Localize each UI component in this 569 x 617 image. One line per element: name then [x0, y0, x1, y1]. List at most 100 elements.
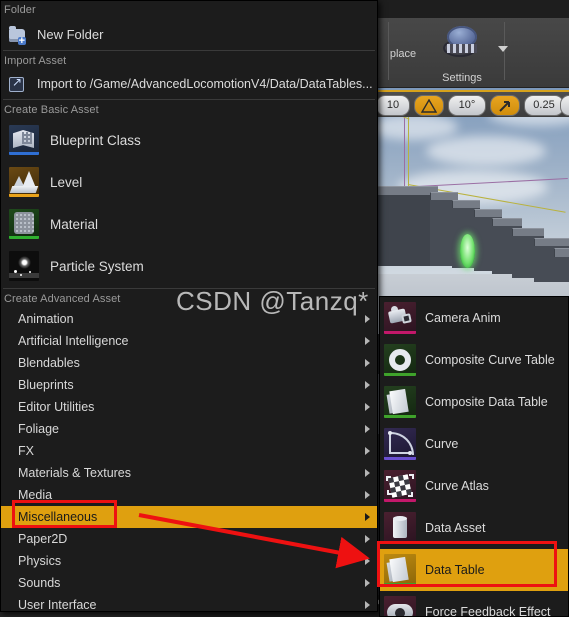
submenu-item-artificial-intelligence[interactable]: Artificial Intelligence: [1, 330, 377, 352]
chevron-right-icon: [365, 535, 370, 543]
data-table-icon: [384, 554, 416, 586]
menu-separator: [3, 99, 375, 100]
menu-item-label: Material: [50, 216, 99, 232]
menu-item-label: Composite Data Table: [425, 395, 548, 409]
new-folder-icon: [9, 25, 27, 45]
scale-snap-icon[interactable]: [490, 95, 520, 116]
submenu-item-media[interactable]: Media: [1, 484, 377, 506]
section-header-import-asset: Import Asset: [4, 55, 67, 67]
screenshot-root: place Settings 10 10° 0.25 Folder + New …: [0, 0, 569, 617]
chevron-right-icon: [365, 601, 370, 609]
section-header-folder: Folder: [4, 4, 36, 16]
chevron-right-icon: [365, 491, 370, 499]
submenu-item-editor-utilities[interactable]: Editor Utilities: [1, 396, 377, 418]
character-marker: [460, 234, 475, 268]
scale-snap-value[interactable]: 0.25: [524, 95, 564, 116]
menu-item-material[interactable]: Material: [1, 203, 377, 245]
submenu-item-composite-curve-table[interactable]: Composite Curve Table: [380, 339, 568, 381]
submenu-item-curve-atlas[interactable]: Curve Atlas: [380, 465, 568, 507]
menu-item-label: Paper2D: [18, 532, 68, 546]
stair-wall: [378, 188, 436, 266]
chevron-right-icon: [365, 337, 370, 345]
submenu-item-composite-data-table[interactable]: Composite Data Table: [380, 381, 568, 423]
menu-item-label: Animation: [18, 312, 74, 326]
submenu-item-blendables[interactable]: Blendables: [1, 352, 377, 374]
menu-item-label: Data Table: [425, 563, 485, 577]
chevron-right-icon: [365, 381, 370, 389]
submenu-item-user-interface[interactable]: User Interface: [1, 594, 377, 612]
gear-icon: [441, 26, 483, 60]
settings-button[interactable]: Settings: [426, 26, 498, 84]
composite-data-table-icon: [384, 386, 416, 418]
curve-icon: [384, 428, 416, 460]
double-chevron-right-icon[interactable]: »: [560, 95, 569, 116]
menu-item-label: Curve Atlas: [425, 479, 489, 493]
menu-item-label: Sounds: [18, 576, 61, 590]
menu-item-label: Force Feedback Effect: [425, 605, 551, 617]
data-asset-icon: [384, 512, 416, 544]
grid-snap-value[interactable]: 10: [376, 95, 410, 116]
curve-atlas-icon: [384, 470, 416, 502]
submenu-item-force-feedback-effect[interactable]: Force Feedback Effect: [380, 591, 568, 617]
menu-item-label: Materials & Textures: [18, 466, 132, 480]
menu-item-label: Physics: [18, 554, 62, 568]
submenu-item-foliage[interactable]: Foliage: [1, 418, 377, 440]
angle-snap-icon[interactable]: [414, 95, 444, 116]
chevron-right-icon: [365, 447, 370, 455]
menu-item-label: Artificial Intelligence: [18, 334, 129, 348]
menu-item-label: FX: [18, 444, 34, 458]
cloud: [426, 136, 546, 166]
chevron-right-icon: [365, 403, 370, 411]
camera-anim-icon: [384, 302, 416, 334]
menu-item-label: Blueprints: [18, 378, 74, 392]
menu-item-particle-system[interactable]: Particle System: [1, 245, 377, 287]
stair-step: [378, 186, 438, 195]
settings-label: Settings: [442, 72, 482, 84]
submenu-item-miscellaneous[interactable]: Miscellaneous: [1, 506, 377, 528]
menu-item-label: Level: [50, 174, 83, 190]
chevron-down-icon[interactable]: [498, 46, 508, 52]
force-feedback-effect-icon: [384, 596, 416, 616]
submenu-item-paper2d[interactable]: Paper2D: [1, 528, 377, 550]
composite-curve-table-icon: [384, 344, 416, 376]
menu-item-label: Blueprint Class: [50, 132, 141, 148]
material-icon: [9, 209, 39, 239]
menu-item-label: Particle System: [50, 258, 144, 274]
submenu-item-fx[interactable]: FX: [1, 440, 377, 462]
submenu-item-data-asset[interactable]: Data Asset: [380, 507, 568, 549]
submenu-item-physics[interactable]: Physics: [1, 550, 377, 572]
menu-item-new-folder[interactable]: New Folder: [1, 19, 377, 49]
stair-step: [554, 248, 569, 257]
menu-item-label: User Interface: [18, 598, 97, 612]
watermark-text: CSDN @Tanzq*: [176, 286, 369, 316]
menu-item-label: Curve: [425, 437, 459, 451]
blueprint-class-icon: [9, 125, 39, 155]
menu-item-level[interactable]: Level: [1, 161, 377, 203]
menu-item-label: Foliage: [18, 422, 59, 436]
menu-item-label: Camera Anim: [425, 311, 501, 325]
menu-item-import-to[interactable]: Import to /Game/AdvancedLocomotionV4/Dat…: [1, 70, 377, 98]
menu-item-label: Data Asset: [425, 521, 486, 535]
miscellaneous-submenu: Camera Anim Composite Curve Table Compos…: [379, 296, 569, 617]
submenu-item-curve[interactable]: Curve: [380, 423, 568, 465]
submenu-item-blueprints[interactable]: Blueprints: [1, 374, 377, 396]
menu-item-label: Blendables: [18, 356, 80, 370]
submenu-item-sounds[interactable]: Sounds: [1, 572, 377, 594]
chevron-right-icon: [365, 425, 370, 433]
submenu-item-camera-anim[interactable]: Camera Anim: [380, 297, 568, 339]
angle-snap-value[interactable]: 10°: [448, 95, 486, 116]
menu-item-label: Composite Curve Table: [425, 353, 555, 367]
menu-item-blueprint-class[interactable]: Blueprint Class: [1, 119, 377, 161]
toolbar-top-edge: [378, 0, 569, 18]
submenu-item-data-table[interactable]: Data Table: [380, 549, 568, 591]
chevron-right-icon: [365, 579, 370, 587]
level-icon: [9, 167, 39, 197]
particle-system-icon: [9, 251, 39, 281]
submenu-item-materials-textures[interactable]: Materials & Textures: [1, 462, 377, 484]
place-actors-label: place: [389, 48, 417, 60]
chevron-right-icon: [365, 359, 370, 367]
chevron-right-icon: [365, 469, 370, 477]
menu-separator: [3, 50, 375, 51]
menu-item-label: Media: [18, 488, 53, 502]
import-icon: [9, 75, 27, 93]
